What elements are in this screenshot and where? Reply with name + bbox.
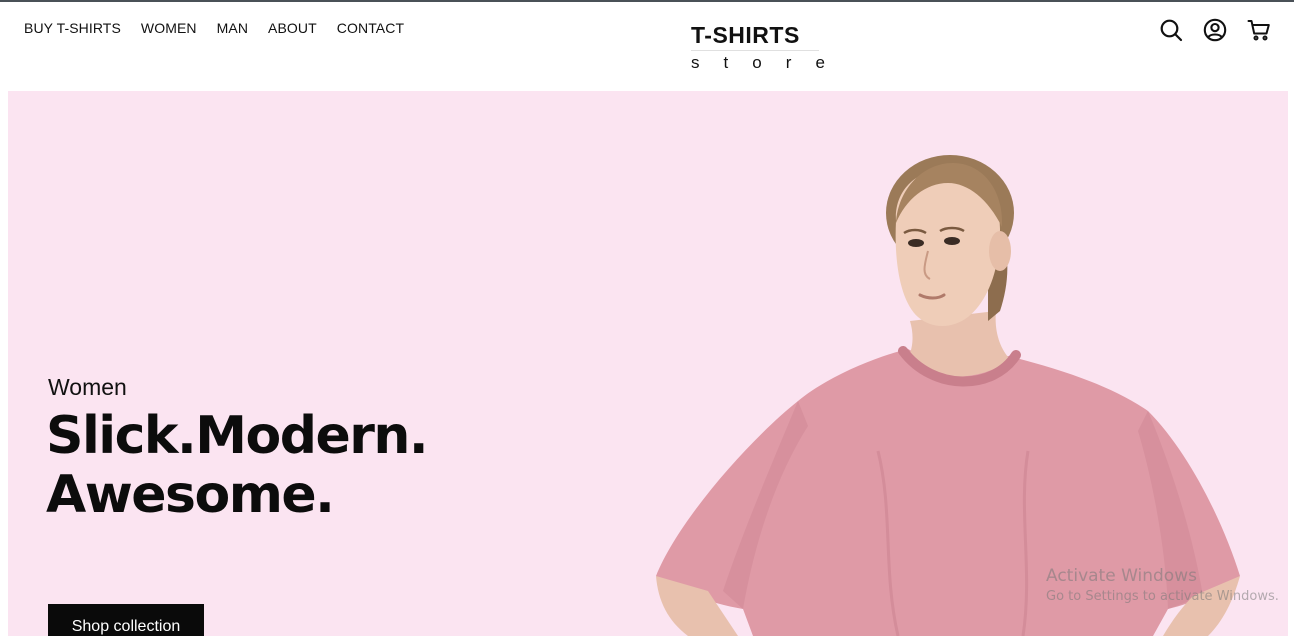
cart-icon[interactable] — [1247, 18, 1271, 42]
main-nav: BUY T-SHIRTS WOMEN MAN ABOUT CONTACT — [24, 20, 424, 36]
nav-link-man[interactable]: MAN — [217, 20, 248, 36]
hero-headline-line-1: Slick.Modern. — [46, 406, 429, 466]
logo-subtitle-letter: o — [752, 53, 762, 72]
shop-collection-button[interactable]: Shop collection — [48, 604, 204, 636]
nav-link-contact[interactable]: CONTACT — [337, 20, 404, 36]
watermark-title: Activate Windows — [1046, 566, 1197, 586]
windows-activation-watermark: Activate Windows Go to Settings to activ… — [1046, 566, 1279, 604]
store-logo[interactable]: T-SHIRTS s t o r e — [691, 22, 825, 73]
watermark-subtitle: Go to Settings to activate Windows. — [1046, 589, 1279, 604]
logo-title: T-SHIRTS — [691, 22, 800, 48]
hero-eyebrow: Women — [48, 374, 127, 400]
logo-divider — [691, 50, 819, 51]
logo-subtitle-letter: s — [691, 53, 700, 72]
hero-banner: Women Slick.Modern. Awesome. Shop collec… — [8, 91, 1288, 636]
hero-headline: Slick.Modern. Awesome. — [46, 406, 429, 525]
nav-link-buy-t-shirts[interactable]: BUY T-SHIRTS — [24, 20, 121, 36]
logo-subtitle-letter: r — [785, 53, 792, 72]
nav-link-women[interactable]: WOMEN — [141, 20, 197, 36]
logo-subtitle: s t o r e — [691, 53, 825, 73]
model-photo — [656, 155, 1240, 636]
hero-headline-line-2: Awesome. — [46, 465, 335, 525]
account-icon[interactable] — [1203, 18, 1227, 42]
header-actions — [1159, 18, 1271, 42]
logo-subtitle-letter: e — [815, 53, 825, 72]
nav-link-about[interactable]: ABOUT — [268, 20, 317, 36]
logo-subtitle-letter: t — [723, 53, 729, 72]
site-header: BUY T-SHIRTS WOMEN MAN ABOUT CONTACT T-S… — [0, 2, 1294, 91]
search-icon[interactable] — [1159, 18, 1183, 42]
